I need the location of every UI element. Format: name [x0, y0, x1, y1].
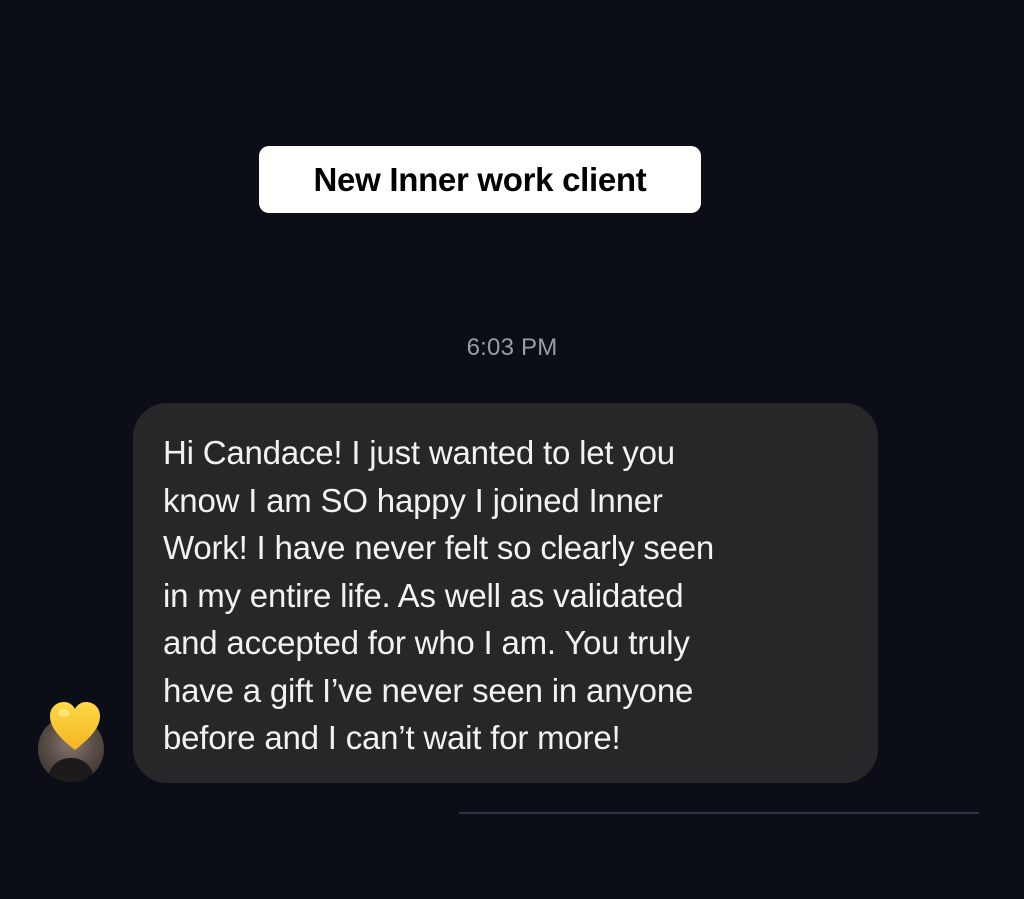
divider-line [459, 812, 979, 814]
caption-text: New Inner work client [313, 160, 647, 198]
avatar-silhouette [48, 758, 94, 782]
message-bubble[interactable]: Hi Candace! I just wanted to let you kno… [133, 403, 878, 783]
chat-screen: New Inner work client 6:03 PM Hi Candace… [0, 0, 1024, 899]
yellow-heart-icon [50, 702, 100, 750]
message-text: Hi Candace! I just wanted to let you kno… [163, 434, 715, 756]
caption-label: New Inner work client [259, 146, 701, 213]
message-timestamp: 6:03 PM [466, 334, 558, 361]
